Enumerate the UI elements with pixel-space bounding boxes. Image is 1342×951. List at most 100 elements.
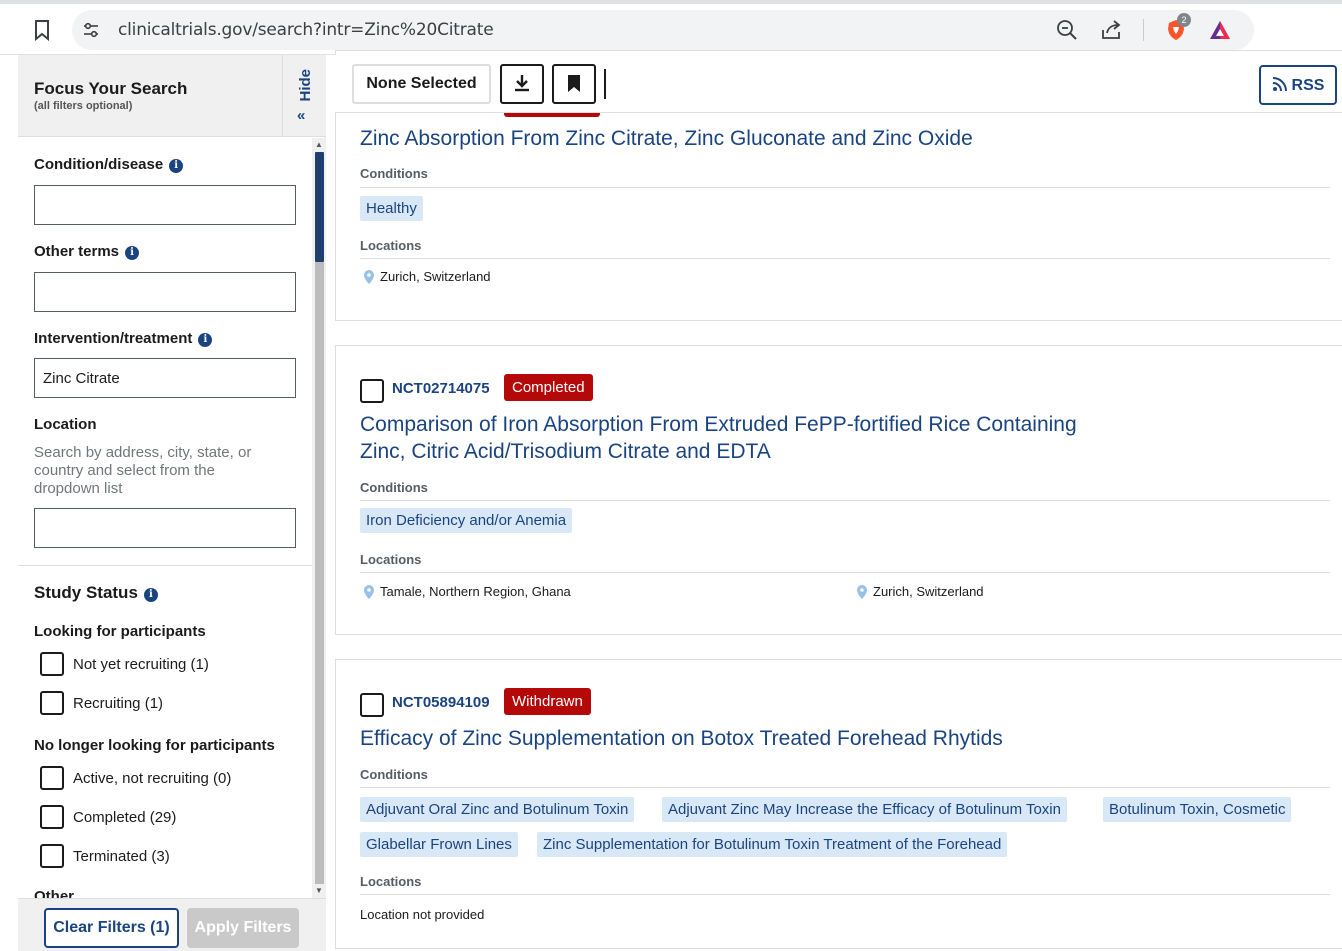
site-settings-icon[interactable] — [82, 21, 100, 39]
divider — [360, 572, 1330, 573]
info-icon[interactable]: i — [125, 246, 140, 260]
rss-button[interactable]: RSS — [1259, 65, 1337, 105]
condition-tag[interactable]: Glabellar Frown Lines — [360, 832, 518, 857]
result-card: NCT02714075 Completed Comparison of Iron… — [335, 345, 1342, 635]
none-selected-button[interactable]: None Selected — [352, 64, 491, 104]
double-chevron-left-icon: « — [297, 107, 306, 124]
divider — [360, 187, 1330, 188]
scroll-down-arrow-icon[interactable]: ▼ — [315, 886, 323, 895]
save-button[interactable] — [552, 64, 596, 104]
clear-filters-button[interactable]: Clear Filters (1) — [44, 908, 179, 948]
checkbox-not-yet-recruiting[interactable]: Not yet recruiting (1) — [40, 652, 209, 676]
condition-tag[interactable]: Adjuvant Zinc May Increase the Efficacy … — [662, 797, 1067, 822]
locations-label: Locations — [360, 552, 422, 567]
looking-title: Looking for participants — [34, 623, 206, 640]
conditions-label: Conditions — [360, 166, 428, 181]
location-label: Location — [34, 416, 97, 433]
intervention-label: Intervention/treatment i — [34, 330, 213, 347]
study-title-link[interactable]: Zinc Absorption From Zinc Citrate, Zinc … — [360, 125, 1140, 152]
hide-label: Hide — [297, 69, 314, 102]
checkbox-terminated[interactable]: Terminated (3) — [40, 844, 170, 868]
sidebar-subtitle: (all filters optional) — [34, 100, 133, 112]
checkbox[interactable] — [40, 766, 64, 790]
checkbox-completed[interactable]: Completed (29) — [40, 805, 176, 829]
sidebar-title: Focus Your Search — [34, 79, 188, 98]
info-icon[interactable]: i — [198, 333, 213, 347]
filters-scroll-area: Condition/disease i Other terms i Interven… — [18, 138, 312, 898]
toolbar-divider — [604, 69, 606, 99]
condition-tag[interactable]: Healthy — [360, 196, 423, 221]
select-study-checkbox[interactable] — [360, 693, 384, 717]
rss-icon — [1272, 76, 1287, 91]
map-pin-icon — [364, 269, 374, 284]
condition-tag[interactable]: Iron Deficiency and/or Anemia — [360, 508, 573, 533]
sidebar-scrollbar[interactable]: ▲ ▼ — [312, 138, 326, 898]
results-toolbar: None Selected RSS — [335, 55, 1342, 113]
url-text[interactable]: clinicaltrials.gov/search?intr=Zinc%20Ci… — [118, 20, 494, 40]
map-pin-icon — [364, 584, 374, 599]
study-title-link[interactable]: Efficacy of Zinc Supplementation on Boto… — [360, 725, 1140, 752]
condition-label: Condition/disease i — [34, 156, 184, 173]
status-badge: Completed — [504, 374, 593, 401]
brave-rewards-icon[interactable] — [1208, 18, 1232, 42]
condition-tag[interactable]: Zinc Supplementation for Botulinum Toxin… — [537, 832, 1008, 857]
sidebar-header: Focus Your Search (all filters optional)… — [18, 55, 326, 137]
map-pin-icon — [857, 584, 867, 599]
scrollbar-thumb[interactable] — [315, 152, 324, 262]
nct-id-link[interactable]: NCT05894109 — [392, 694, 490, 711]
other-title: Other — [34, 888, 75, 898]
scroll-up-arrow-icon[interactable]: ▲ — [315, 140, 323, 149]
locations-label: Locations — [360, 238, 422, 253]
share-icon[interactable] — [1099, 18, 1123, 42]
checkbox[interactable] — [40, 652, 64, 676]
other-terms-label: Other terms i — [34, 243, 140, 260]
nct-id-link[interactable]: NCT02714075 — [392, 380, 490, 397]
address-bar[interactable]: clinicaltrials.gov/search?intr=Zinc%20Ci… — [72, 10, 1254, 50]
intervention-input[interactable] — [34, 358, 296, 398]
checkbox[interactable] — [40, 844, 64, 868]
divider — [360, 500, 1330, 501]
location-item: Zurich, Switzerland — [857, 584, 984, 599]
toolbar-separator — [1143, 19, 1144, 41]
divider — [360, 894, 1330, 895]
checkbox-recruiting[interactable]: Recruiting (1) — [40, 691, 163, 715]
conditions-label: Conditions — [360, 480, 428, 495]
condition-tag[interactable]: Adjuvant Oral Zinc and Botulinum Toxin — [360, 797, 635, 822]
condition-input[interactable] — [34, 185, 296, 225]
hide-sidebar-button[interactable]: Hide « — [282, 55, 326, 137]
brave-shields-icon[interactable]: 2 — [1164, 13, 1191, 42]
divider — [360, 258, 1330, 259]
bookmark-page-icon[interactable] — [32, 19, 52, 41]
info-icon[interactable]: i — [143, 588, 158, 602]
select-study-checkbox[interactable] — [360, 379, 384, 403]
divider — [360, 787, 1330, 788]
condition-tag[interactable]: Botulinum Toxin, Cosmetic — [1103, 797, 1292, 822]
study-status-title: Study Status i — [34, 583, 158, 603]
apply-filters-button[interactable]: Apply Filters — [187, 908, 299, 948]
section-divider — [18, 565, 312, 566]
checkbox-active-not-recruiting[interactable]: Active, not recruiting (0) — [40, 766, 231, 790]
zoom-icon[interactable] — [1055, 18, 1079, 42]
locations-label: Locations — [360, 874, 422, 889]
result-card: NCT05894109 Withdrawn Efficacy of Zinc S… — [335, 659, 1342, 949]
location-item: Tamale, Northern Region, Ghana — [364, 584, 571, 599]
conditions-label: Conditions — [360, 767, 428, 782]
info-icon[interactable]: i — [169, 159, 184, 173]
status-badge: Withdrawn — [504, 688, 591, 715]
download-icon — [515, 74, 529, 91]
location-text: Location not provided — [360, 907, 485, 922]
download-button[interactable] — [500, 64, 544, 104]
study-title-link[interactable]: Comparison of Iron Absorption From Extru… — [360, 411, 1140, 465]
checkbox[interactable] — [40, 691, 64, 715]
checkbox[interactable] — [40, 805, 64, 829]
browser-toolbar: clinicaltrials.gov/search?intr=Zinc%20Ci… — [0, 4, 1342, 55]
filter-sidebar: Focus Your Search (all filters optional)… — [18, 55, 326, 951]
scrollbar-track — [315, 262, 324, 884]
location-item: Zurich, Switzerland — [364, 269, 491, 284]
location-input[interactable] — [34, 508, 296, 548]
location-hint: Search by address, city, state, or count… — [34, 444, 252, 497]
bookmark-icon — [568, 74, 580, 92]
other-terms-input[interactable] — [34, 272, 296, 312]
no-longer-title: No longer looking for participants — [34, 737, 275, 754]
brave-badge: 2 — [1177, 13, 1191, 27]
